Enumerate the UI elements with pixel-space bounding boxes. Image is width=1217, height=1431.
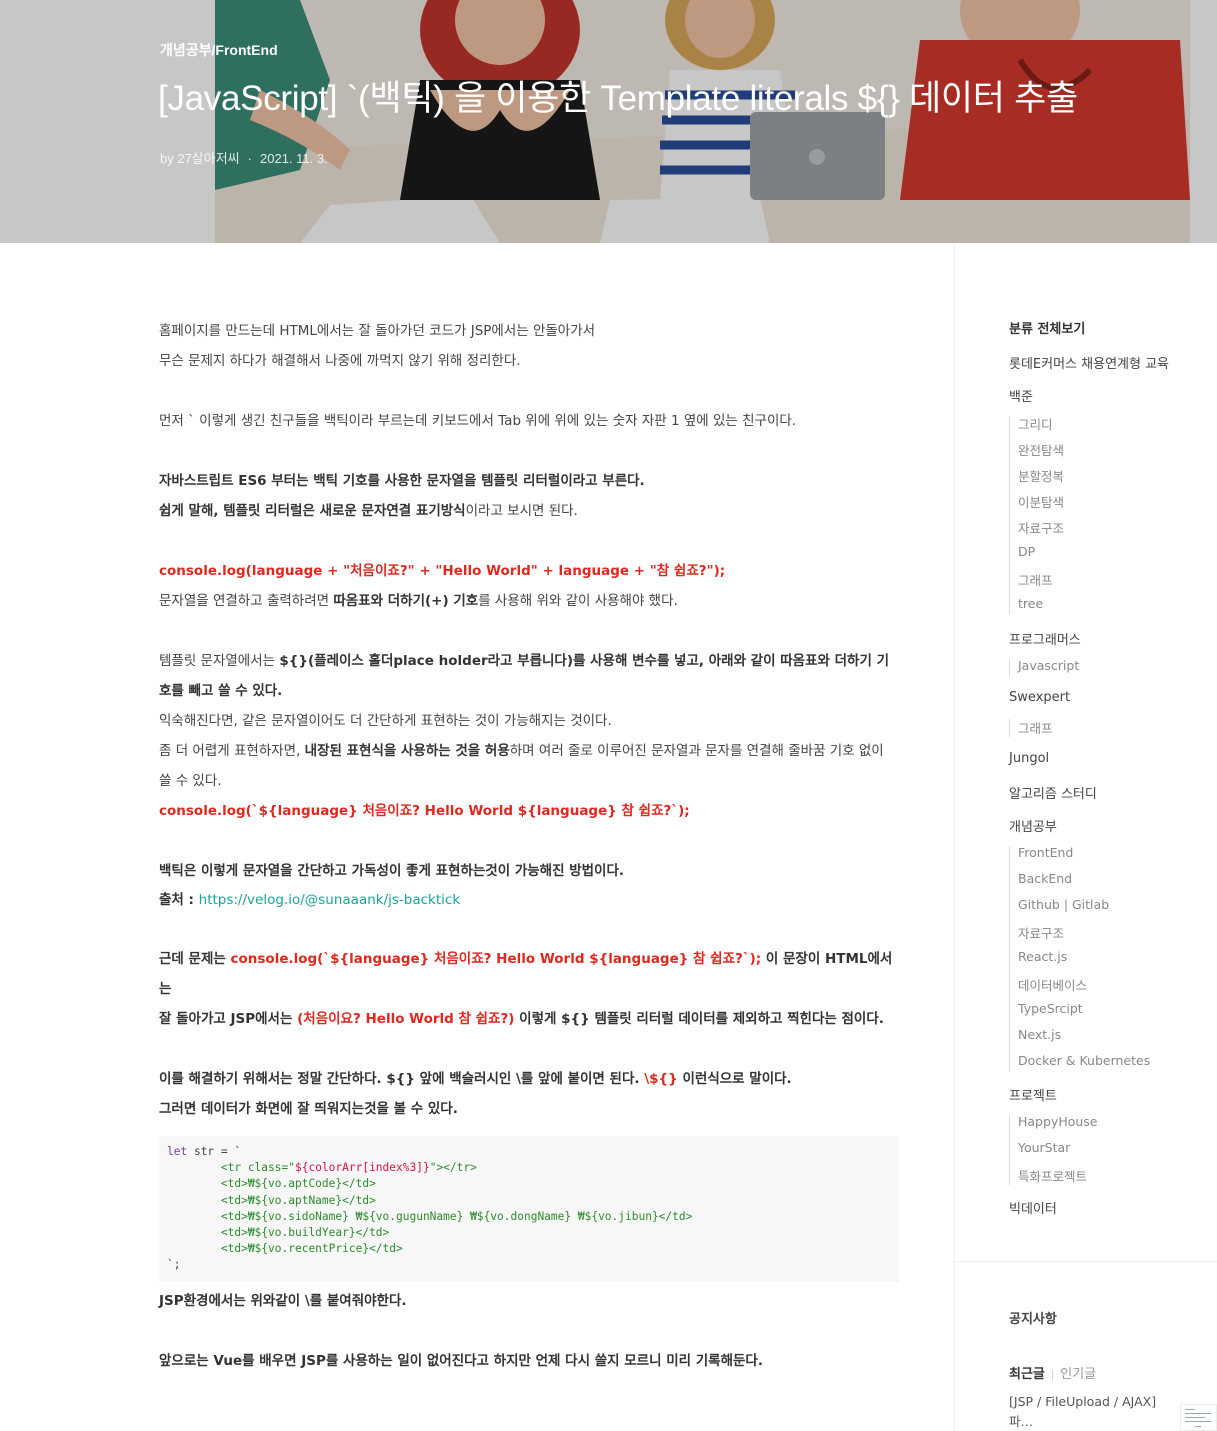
hero-overlay (0, 0, 1217, 243)
sidebar-subitem[interactable]: 그래프 (1018, 570, 1053, 589)
paragraph: 앞으로는 Vue를 배우면 JSP를 사용하는 일이 없어진다고 하지만 언제 … (159, 1352, 763, 1369)
sidebar-item-algo-study[interactable]: 알고리즘 스터디 (1009, 783, 1097, 802)
sidebar-subitem[interactable]: DP (1018, 544, 1035, 559)
sidebar-subitem[interactable]: Next.js (1018, 1027, 1061, 1042)
sidebar-notice-link[interactable]: 공지사항 (1009, 1308, 1057, 1327)
sidebar-item-baekjoon[interactable]: 백준 (1009, 386, 1033, 405)
paragraph: 템플릿 문자열에서는 ${}(플레이스 홀더place holder라고 부릅니… (159, 653, 889, 699)
sidebar-item-programmers[interactable]: 프로그래머스 (1009, 629, 1081, 648)
sidebar-subitem[interactable]: Github | Gitlab (1018, 897, 1109, 912)
sidebar-subitem[interactable]: 그래프 (1018, 718, 1053, 737)
sidebar-item-swexpert[interactable]: Swexpert (1009, 690, 1070, 705)
paragraph: 백틱은 이렇게 문자열을 간단하고 가독성이 좋게 표현하는것이 가능해진 방법… (159, 863, 625, 879)
tab-separator: | (1050, 1370, 1055, 1381)
paragraph: 문자열을 연결하고 출력하려면 따옴표와 더하기(+) 기호를 사용해 위와 같… (159, 593, 678, 609)
paragraph: 그러면 데이터가 화면에 잘 띄워지는것을 볼 수 있다. (159, 1101, 458, 1117)
sidebar-subitem[interactable]: FrontEnd (1018, 845, 1073, 860)
sidebar-subitem[interactable]: Javascript (1018, 658, 1079, 673)
sidebar-divider (954, 243, 955, 1431)
sidebar-item-jungol[interactable]: Jungol (1009, 751, 1049, 766)
sub-divider (1009, 846, 1010, 1072)
sidebar-subitem[interactable]: 분할정복 (1018, 466, 1064, 485)
post-meta: by 27살아저씨 · 2021. 11. 3. (160, 148, 328, 167)
paragraph: 잘 돌아가고 JSP에서는 (처음이요? Hello World 참 쉽죠?) … (159, 1011, 884, 1027)
sidebar-item-project[interactable]: 프로젝트 (1009, 1085, 1057, 1104)
post-content: 홈페이지를 만드는데 HTML에서는 잘 돌아가던 코드가 JSP에서는 안돌아… (159, 316, 899, 1376)
sidebar-subitem[interactable]: tree (1018, 596, 1043, 611)
paragraph: 홈페이지를 만드는데 HTML에서는 잘 돌아가던 코드가 JSP에서는 안돌아… (159, 323, 596, 339)
post-date: 2021. 11. 3. (260, 151, 328, 166)
sidebar-subitem[interactable]: HappyHouse (1018, 1114, 1098, 1129)
sidebar-item-concepts[interactable]: 개념공부 (1009, 816, 1057, 835)
sidebar-subitem[interactable]: TypeSrcipt (1018, 1001, 1083, 1016)
inline-code-example: console.log(language + "처음이죠?" + "Hello … (159, 563, 726, 579)
sidebar-subitem[interactable]: 데이터베이스 (1018, 975, 1087, 994)
sidebar-subitem[interactable]: 그리디 (1018, 414, 1053, 433)
inline-code-example: console.log(`${language} 처음이죠? Hello Wor… (159, 803, 690, 819)
paragraph: 이를 해결하기 위해서는 정말 간단하다. ${} 앞에 백슬러시인 \를 앞에… (159, 1071, 792, 1087)
sidebar-subitem[interactable]: 자료구조 (1018, 518, 1064, 537)
paragraph: 익숙해진다면, 같은 문자열이어도 더 간단하게 표현하는 것이 가능해지는 것… (159, 713, 612, 729)
tab-recent[interactable]: 최근글 (1009, 1367, 1045, 1382)
recent-post-link[interactable]: [JSP / FileUpload / AJAX] 파… (1009, 1392, 1159, 1431)
sub-divider (1009, 416, 1010, 614)
sidebar-all-categories[interactable]: 분류 전체보기 (1009, 318, 1209, 338)
post-category-link[interactable]: 개념공부/FrontEnd (160, 40, 278, 60)
sidebar-subitem[interactable]: Docker & Kubernetes (1018, 1053, 1150, 1068)
paragraph: 좀 더 어렵게 표현하자면, 내장된 표현식을 사용하는 것을 허용하며 여러 … (159, 743, 884, 789)
sidebar-item-bigdata[interactable]: 빅데이터 (1009, 1198, 1057, 1217)
paragraph: 자바스트립트 ES6 부터는 백틱 기호를 사용한 문자열을 템플릿 리터럴이라… (159, 473, 645, 489)
sidebar-subitem[interactable]: BackEnd (1018, 871, 1072, 886)
paragraph: 먼저 ` 이렇게 생긴 친구들을 백틱이라 부르는데 키보드에서 Tab 위에 … (159, 413, 797, 429)
sidebar-subitem[interactable]: YourStar (1018, 1140, 1070, 1155)
sidebar-subitem[interactable]: 자료구조 (1018, 923, 1064, 942)
code-block: let str = ` <tr class="${colorArr[index%… (159, 1136, 899, 1282)
post-title: [JavaScript] `(백틱) 을 이용한 Template litera… (158, 79, 1078, 118)
sidebar-subitem[interactable]: 완전탐색 (1018, 440, 1064, 459)
category-sidebar: 분류 전체보기 롯데E커머스 채용연계형 교육 백준 그리디 완전탐색 분할정복… (1009, 318, 1209, 1217)
post-author: by 27살아저씨 (160, 151, 240, 166)
source-line: 출처 : https://velog.io/@sunaaank/js-backt… (159, 892, 461, 908)
paragraph: 쉽게 말해, 템플릿 리터럴은 새로운 문자연결 표기방식이라고 보시면 된다. (159, 503, 578, 519)
paragraph: 무슨 문제지 하다가 해결해서 나중에 까먹지 않기 위해 정리한다. (159, 353, 521, 369)
thumbnail-widget-icon[interactable] (1180, 1404, 1217, 1431)
sub-divider (1009, 719, 1010, 737)
sidebar-subitem[interactable]: 특화프로젝트 (1018, 1166, 1087, 1185)
source-link[interactable]: https://velog.io/@sunaaank/js-backtick (199, 892, 461, 908)
paragraph: 근데 문제는 console.log(`${language} 처음이죠? He… (159, 951, 893, 997)
sidebar-item-lotte[interactable]: 롯데E커머스 채용연계형 교육 (1009, 353, 1169, 372)
sidebar-subitem[interactable]: 이분탐색 (1018, 492, 1064, 511)
tab-popular[interactable]: 인기글 (1060, 1367, 1096, 1382)
sub-divider (1009, 1115, 1010, 1185)
recent-popular-tabs: 최근글 | 인기글 (1009, 1363, 1096, 1382)
sidebar-section-divider (955, 1261, 1217, 1262)
sidebar-subitem[interactable]: React.js (1018, 949, 1067, 964)
meta-separator: · (247, 151, 252, 166)
post-hero: 개념공부/FrontEnd [JavaScript] `(백틱) 을 이용한 T… (0, 0, 1217, 243)
paragraph: JSP환경에서는 위와같이 \를 붙여줘야한다. (159, 1292, 407, 1309)
sub-divider (1009, 659, 1010, 677)
